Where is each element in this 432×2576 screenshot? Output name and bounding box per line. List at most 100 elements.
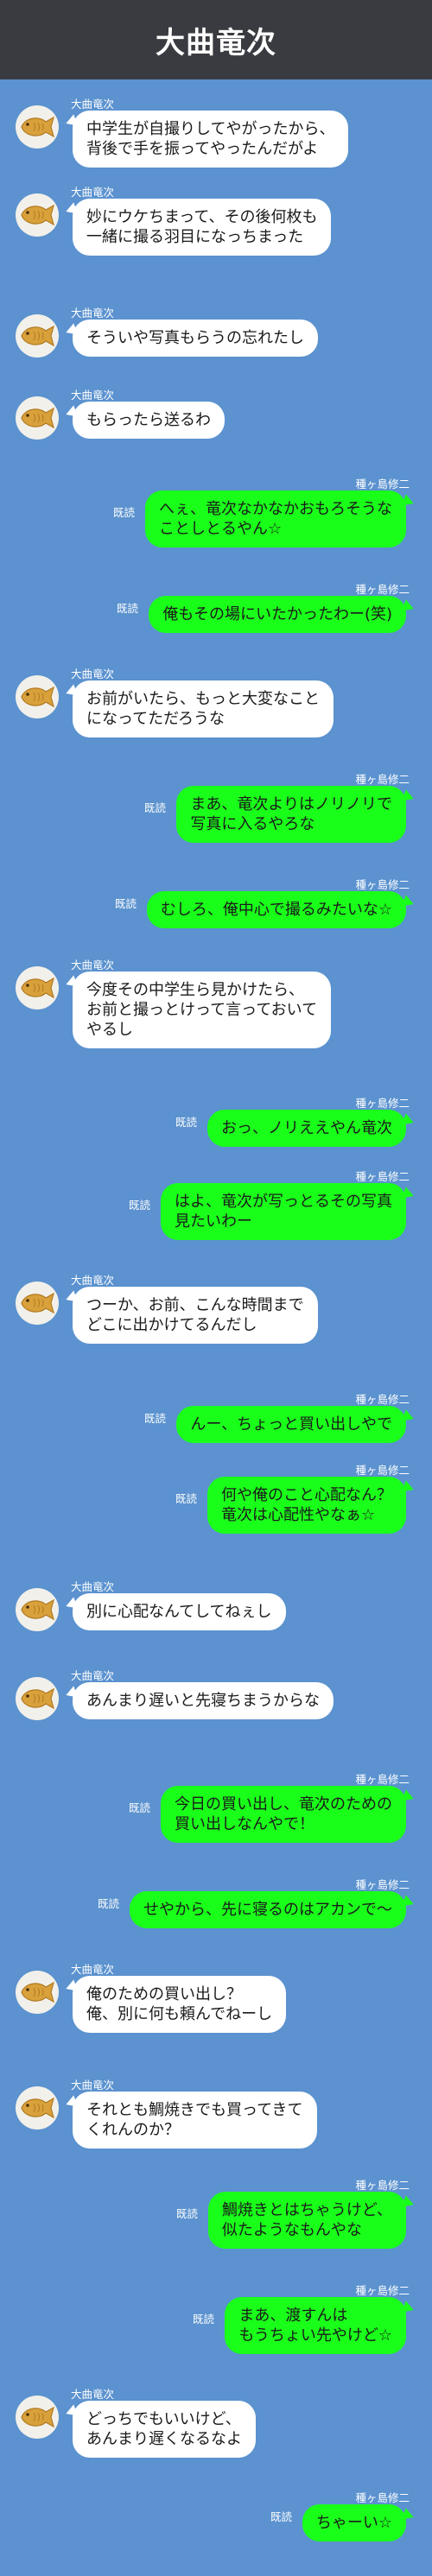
taiyaki-icon [21, 204, 54, 226]
outgoing-message-bubble[interactable]: 何や俺のこと心配なん？ 竜次は心配性やなぁ☆ [207, 1477, 406, 1534]
outgoing-message-bubble[interactable]: へぇ、竜次なかなかおもろそうな ことしとるやん☆ [145, 491, 406, 547]
sender-name: 種ヶ島修二 [355, 1878, 410, 1891]
taiyaki-icon [21, 977, 54, 999]
avatar[interactable] [16, 105, 59, 149]
read-receipt: 既読 [143, 801, 166, 814]
incoming-message-bubble[interactable]: それとも鯛焼きでも買ってきて くれんのか？ [73, 2092, 317, 2149]
message-row: 種ヶ島修二 まあ、渡すんは もうちょい先やけど☆ 既読 [0, 2282, 432, 2354]
sender-name: 大曲竜次 [71, 389, 115, 402]
incoming-message-bubble[interactable]: 妙にウケちまって、その後何枚も 一緒に撮る羽目になっちまった [73, 199, 332, 256]
outgoing-message-bubble[interactable]: むしろ、俺中心で撮るみたいな☆ [146, 891, 406, 928]
avatar[interactable] [16, 1971, 59, 2014]
message-row: 種ヶ島修二 せやから、先に寝るのはアカンで〜 既読 [0, 1876, 432, 1928]
incoming-message-bubble[interactable]: 俺のための買い出し？ 俺、別に何も頼んでねーし [73, 1976, 287, 2033]
read-receipt: 既読 [97, 1896, 119, 1910]
message-row: 大曲竜次 もらったら送るわ [0, 386, 432, 440]
incoming-message-bubble[interactable]: 別に心配なんてしてねぇし [73, 1593, 286, 1630]
message-row: 大曲竜次 別に心配なんてしてねぇし [0, 1578, 432, 1631]
avatar[interactable] [16, 1588, 59, 1631]
avatar[interactable] [16, 1677, 59, 1720]
chat-thread[interactable]: 大曲竜次 中学生が自撮りしてやがったから、 背後で手を振ってやったんだがよ 大曲竜… [0, 79, 432, 2576]
outgoing-message-bubble[interactable]: せやから、先に寝るのはアカンで〜 [130, 1891, 406, 1928]
outgoing-message-bubble[interactable]: んー、ちょっと買い出しやで [176, 1406, 406, 1443]
sender-name: 大曲竜次 [71, 2079, 115, 2092]
sender-name: 種ヶ島修二 [355, 2179, 410, 2192]
avatar[interactable] [16, 966, 59, 1010]
avatar[interactable] [16, 1282, 59, 1325]
message-row: 大曲竜次 今度その中学生ら見かけたら、 お前と撮っとけって言っておいて やるし [0, 956, 432, 1048]
sender-name: 大曲竜次 [71, 2388, 115, 2401]
message-row: 種ヶ島修二 むしろ、俺中心で撮るみたいな☆ 既読 [0, 876, 432, 928]
outgoing-message-bubble[interactable]: 今日の買い出し、竜次のための 買い出しなんやで！ [161, 1786, 406, 1843]
taiyaki-icon [21, 325, 54, 347]
message-row: 大曲竜次 中学生が自撮りしてやがったから、 背後で手を振ってやったんだがよ [0, 95, 432, 168]
incoming-message-bubble[interactable]: つーか、お前、こんな時間まで どこに出かけてるんだし [73, 1287, 318, 1344]
outgoing-message-bubble[interactable]: 俺もその場にいたかったわー(笑) [149, 596, 406, 633]
sender-name: 大曲竜次 [71, 307, 115, 320]
sender-name: 種ヶ島修二 [355, 1170, 410, 1183]
sender-name: 大曲竜次 [71, 1669, 115, 1682]
read-receipt: 既読 [175, 2207, 198, 2220]
message-row: 大曲竜次 俺のための買い出し？ 俺、別に何も頼んでねーし [0, 1960, 432, 2033]
read-receipt: 既読 [192, 2313, 214, 2326]
read-receipt: 既読 [114, 896, 137, 910]
avatar[interactable] [16, 314, 59, 358]
read-receipt: 既読 [175, 1115, 197, 1129]
read-receipt: 既読 [175, 1492, 197, 1505]
taiyaki-icon [21, 2097, 54, 2119]
sender-name: 種ヶ島修二 [355, 1773, 410, 1786]
taiyaki-icon [21, 116, 54, 138]
message-row: 大曲竜次 お前がいたら、もっと大変なこと になってただろうな [0, 665, 432, 737]
outgoing-message-bubble[interactable]: まあ、渡すんは もうちょい先やけど☆ [225, 2297, 406, 2354]
sender-name: 種ヶ島修二 [355, 2491, 410, 2504]
message-row: 種ヶ島修二 おっ、ノリええやん竜次 既読 [0, 1094, 432, 1147]
sender-name: 大曲竜次 [71, 959, 115, 972]
avatar[interactable] [16, 2396, 59, 2439]
outgoing-message-bubble[interactable]: はよ、竜次が写っとるその写真 見たいわー [161, 1183, 406, 1240]
read-receipt: 既読 [128, 1801, 150, 1814]
message-row: 大曲竜次 あんまり遅いと先寝ちまうからな [0, 1667, 432, 1720]
outgoing-message-bubble[interactable]: おっ、ノリええやん竜次 [207, 1110, 406, 1147]
incoming-message-bubble[interactable]: 中学生が自撮りしてやがったから、 背後で手を振ってやったんだがよ [73, 111, 349, 168]
message-row: 種ヶ島修二 んー、ちょっと買い出しやで 既読 [0, 1390, 432, 1443]
message-row: 大曲竜次 どっちでもいいけど、 あんまり遅くなるなよ [0, 2385, 432, 2458]
incoming-message-bubble[interactable]: そういや写真もらうの忘れたし [73, 320, 318, 357]
sender-name: 大曲竜次 [71, 668, 115, 680]
message-row: 種ヶ島修二 何や俺のこと心配なん？ 竜次は心配性やなぁ☆ 既読 [0, 1461, 432, 1534]
sender-name: 種ヶ島修二 [355, 583, 410, 596]
avatar[interactable] [16, 396, 59, 440]
avatar[interactable] [16, 675, 59, 718]
message-row: 種ヶ島修二 はよ、竜次が写っとるその写真 見たいわー 既読 [0, 1168, 432, 1240]
incoming-message-bubble[interactable]: 今度その中学生ら見かけたら、 お前と撮っとけって言っておいて やるし [73, 972, 332, 1048]
incoming-message-bubble[interactable]: もらったら送るわ [73, 402, 225, 439]
outgoing-message-bubble[interactable]: まあ、竜次よりはノリノリで 写真に入るやろな [176, 786, 406, 843]
taiyaki-icon [21, 407, 54, 429]
read-receipt: 既読 [270, 2510, 292, 2523]
incoming-message-bubble[interactable]: あんまり遅いと先寝ちまうからな [73, 1682, 334, 1719]
sender-name: 大曲竜次 [71, 98, 115, 111]
taiyaki-icon [21, 1292, 54, 1314]
message-row: 大曲竜次 それとも鯛焼きでも買ってきて くれんのか？ [0, 2076, 432, 2149]
avatar[interactable] [16, 193, 59, 237]
avatar[interactable] [16, 2086, 59, 2130]
sender-name: 種ヶ島修二 [355, 773, 410, 786]
chat-title: 大曲竜次 [156, 25, 276, 60]
incoming-message-bubble[interactable]: お前がいたら、もっと大変なこと になってただろうな [73, 680, 334, 737]
outgoing-message-bubble[interactable]: 鯛焼きとはちゃうけど、 似たようなもんやな [207, 2192, 406, 2249]
message-row: 種ヶ島修二 ちゃーい☆ 既読 [0, 2489, 432, 2541]
message-row: 種ヶ島修二 へぇ、竜次なかなかおもろそうな ことしとるやん☆ 既読 [0, 475, 432, 547]
sender-name: 種ヶ島修二 [355, 2284, 410, 2297]
message-row: 種ヶ島修二 鯛焼きとはちゃうけど、 似たようなもんやな 既読 [0, 2176, 432, 2249]
incoming-message-bubble[interactable]: どっちでもいいけど、 あんまり遅くなるなよ [73, 2401, 256, 2458]
read-receipt: 既読 [112, 506, 135, 519]
sender-name: 大曲竜次 [71, 1580, 115, 1593]
sender-name: 大曲竜次 [71, 186, 115, 199]
read-receipt: 既読 [128, 1199, 150, 1212]
message-row: 大曲竜次 つーか、お前、こんな時間まで どこに出かけてるんだし [0, 1271, 432, 1344]
taiyaki-icon [21, 686, 54, 708]
message-row: 種ヶ島修二 今日の買い出し、竜次のための 買い出しなんやで！ 既読 [0, 1770, 432, 1843]
read-receipt: 既読 [143, 1411, 166, 1425]
outgoing-message-bubble[interactable]: ちゃーい☆ [302, 2504, 406, 2541]
read-receipt: 既読 [116, 601, 138, 615]
taiyaki-icon [21, 1598, 54, 1621]
